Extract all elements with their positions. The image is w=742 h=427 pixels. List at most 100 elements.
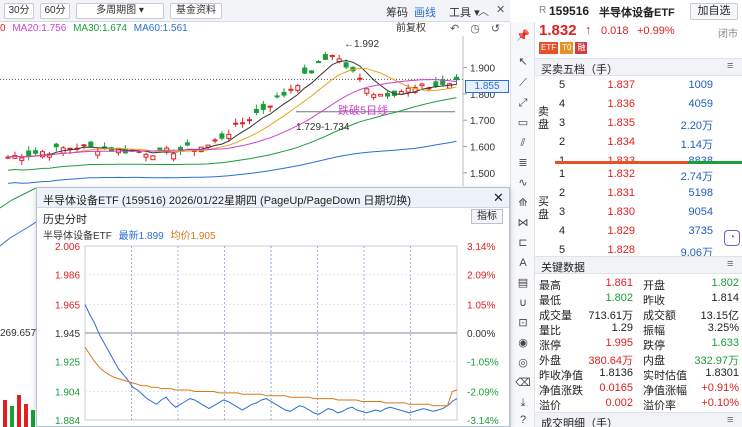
orderbook-price: 1.829 xyxy=(607,225,635,237)
y-right-tick-label: 0.00% xyxy=(467,329,495,340)
chips-button[interactable]: 筹码 xyxy=(386,4,408,20)
candle-body xyxy=(171,153,177,160)
orderbook-title: 买卖五档（手） xyxy=(541,64,618,76)
fib-tool-icon[interactable]: ≣ xyxy=(515,155,531,171)
key-value: 0.0165 xyxy=(599,382,633,394)
candle-body xyxy=(454,76,459,81)
draw-line-button[interactable]: 画线 xyxy=(414,4,436,20)
quote-panel: R 159516 半导体设备ETF 加自选 1.832 ↑ 0.018 +0.9… xyxy=(535,0,742,427)
ray-tool-icon[interactable]: ⤢ xyxy=(515,95,531,111)
note-tool-icon[interactable]: ▤ xyxy=(515,275,531,291)
low-price-label: 1.729-1.734 xyxy=(296,122,350,133)
wave-tool-icon[interactable]: ∿ xyxy=(515,175,531,191)
ma20-value: MA20:1.756 xyxy=(12,23,67,34)
candle-body xyxy=(385,93,390,97)
pin-icon[interactable]: 📌 xyxy=(515,28,531,44)
key-label: 净值涨跌 xyxy=(539,385,583,397)
text-tool-icon[interactable]: A xyxy=(515,255,531,271)
lock-icon[interactable]: ⊡ xyxy=(515,315,531,331)
add-watchlist-button[interactable]: 加自选 xyxy=(690,3,738,20)
menu-icon[interactable]: ≡ xyxy=(727,258,733,270)
key-label: 涨停 xyxy=(539,340,561,352)
t0-badge: T0 xyxy=(560,42,574,54)
orderbook-level: 2 xyxy=(559,187,566,199)
export-icon[interactable]: ⤓ xyxy=(515,395,531,411)
key-value: 1.802 xyxy=(711,277,739,289)
key-value: 1.802 xyxy=(605,292,633,304)
trade-detail-header[interactable]: 成交明细（手） ≡ xyxy=(535,412,742,427)
ma5-line xyxy=(7,59,457,158)
magnet-icon[interactable]: ∪ xyxy=(515,295,531,311)
indicator-button[interactable]: 指标 xyxy=(471,209,503,224)
rect-tool-icon[interactable]: ▭ xyxy=(515,115,531,131)
menu-icon[interactable]: ≡ xyxy=(727,60,733,72)
up-arrow-icon: ↑ xyxy=(585,22,592,37)
cursor-icon[interactable]: ↖ xyxy=(515,54,531,70)
candle-body xyxy=(150,155,156,161)
candle-body xyxy=(309,70,315,74)
drawing-toolstrip: 📌 ↖ ⟋ ⤢ ▭ ⫽ ≣ ∿ ⟰ ⋈ ⊏ A ▤ ∪ ⊡ ◉ ◎ ⌫ ⤓ ? xyxy=(510,22,535,427)
y-right-tick-label: -3.14% xyxy=(467,416,499,426)
key-value: 1.8301 xyxy=(705,367,739,379)
market-status: 闭市 xyxy=(718,29,738,40)
candle-body xyxy=(419,83,425,87)
etf-badge: ETF xyxy=(539,42,559,54)
close-icon[interactable]: ✕ xyxy=(496,3,505,16)
orderbook-volume: 5198 xyxy=(688,187,713,199)
line-tool-icon[interactable]: ⟋ xyxy=(515,75,531,91)
orderbook-volume: 9054 xyxy=(688,206,713,218)
intraday-chart[interactable]: 2.006 3.14% 1.986 2.09% 1.965 1.05% 1.945 0.00%… xyxy=(37,240,509,426)
period-60min-button[interactable]: 60分 xyxy=(40,3,70,19)
key-value: 1.814 xyxy=(711,292,739,304)
y-left-tick-label: 1.884 xyxy=(55,416,80,426)
ma60-value: MA60:1.561 xyxy=(133,23,188,34)
key-value: +0.10% xyxy=(701,397,739,409)
key-label: 最低 xyxy=(539,295,561,307)
orderbook-price: 1.837 xyxy=(607,79,635,91)
y-right-tick-label: 3.14% xyxy=(467,242,495,253)
collapse-up-icon[interactable]: ︿ xyxy=(478,3,489,19)
y-tick-label: 1.500 xyxy=(470,169,495,180)
orderbook-volume: 1009 xyxy=(688,79,713,91)
channel-tool-icon[interactable]: ⫽ xyxy=(515,135,531,151)
close-icon[interactable]: ✕ xyxy=(493,190,504,206)
key-value: 3.25% xyxy=(707,322,739,334)
key-label: 量比 xyxy=(539,325,561,337)
orderbook-price: 1.831 xyxy=(607,187,635,199)
key-value: +0.91% xyxy=(701,382,739,394)
candlestick-chart[interactable]: 1.9001.8001.7001.6001.500 ←1.9921.729-1.… xyxy=(0,36,510,186)
candle-body xyxy=(281,91,287,96)
popup-title: 半导体设备ETF (159516) 2026/01/22星期四 (PageUp/… xyxy=(43,195,412,207)
candle-body xyxy=(81,144,87,147)
y-left-tick-label: 1.904 xyxy=(55,387,80,398)
gann-tool-icon[interactable]: ⋈ xyxy=(515,215,531,231)
orderbook-price: 1.832 xyxy=(607,168,635,180)
fan-tool-icon[interactable]: ⟰ xyxy=(515,195,531,211)
key-data-header[interactable]: 关键数据 ≡ xyxy=(535,256,742,274)
hide-drawings-icon[interactable]: ◉ xyxy=(515,335,531,351)
tools-menu[interactable]: 工具 ▾ xyxy=(449,4,480,20)
candle-body xyxy=(33,150,39,154)
key-label: 开盘 xyxy=(643,280,665,292)
candle-body xyxy=(53,143,59,148)
adjust-mode[interactable]: 前复权 xyxy=(396,22,426,36)
multi-period-button[interactable]: 多周期图 ▾ xyxy=(76,3,164,19)
candle-body xyxy=(157,147,163,150)
y-left-tick-label: 2.006 xyxy=(55,242,80,253)
candle-body xyxy=(288,88,294,91)
fund-info-button[interactable]: 基金资料 xyxy=(170,3,222,19)
delete-drawings-icon[interactable]: ⌫ xyxy=(515,375,531,391)
eye-icon[interactable]: ◎ xyxy=(515,355,531,371)
orderbook-level: 3 xyxy=(559,117,566,129)
help-icon[interactable]: ? xyxy=(515,412,531,427)
popup-title-bar[interactable]: 半导体设备ETF (159516) 2026/01/22星期四 (PageUp/… xyxy=(37,188,509,208)
period-30min-button[interactable]: 30分 xyxy=(4,3,34,19)
chat-icon[interactable]: ◔ xyxy=(724,230,740,246)
key-value: 332.97万 xyxy=(694,355,739,367)
menu-icon[interactable]: ≡ xyxy=(727,414,733,426)
candle-body xyxy=(226,133,232,139)
candle-body xyxy=(357,77,363,80)
orderbook-header[interactable]: 买卖五档（手） ≡ xyxy=(535,58,742,76)
measure-tool-icon[interactable]: ⊏ xyxy=(515,235,531,251)
candle-body xyxy=(433,81,439,87)
